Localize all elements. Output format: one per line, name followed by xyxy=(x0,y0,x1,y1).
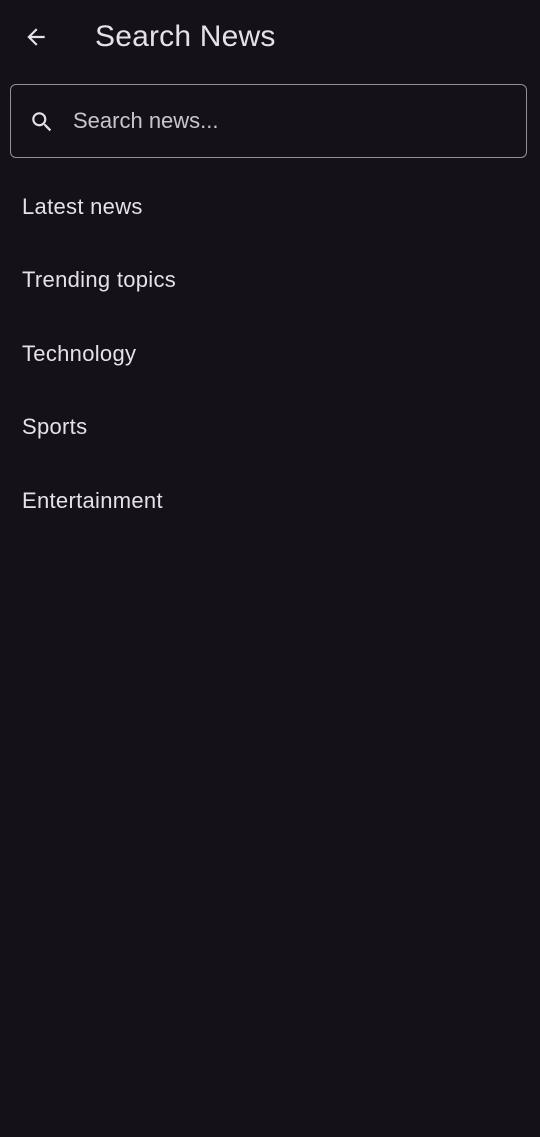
suggestion-label: Sports xyxy=(22,414,88,440)
suggestion-entertainment[interactable]: Entertainment xyxy=(0,464,540,538)
page-title: Search News xyxy=(95,20,276,53)
suggestion-label: Trending topics xyxy=(22,267,177,293)
suggestion-sports[interactable]: Sports xyxy=(0,391,540,465)
back-button[interactable] xyxy=(12,13,60,61)
suggestion-trending-topics[interactable]: Trending topics xyxy=(0,244,540,318)
suggestion-label: Technology xyxy=(22,340,137,366)
suggestion-label: Latest news xyxy=(22,193,143,219)
suggestion-latest-news[interactable]: Latest news xyxy=(0,170,540,244)
suggestion-list: Latest news Trending topics Technology S… xyxy=(0,170,540,538)
search-field[interactable] xyxy=(10,84,527,158)
suggestion-label: Entertainment xyxy=(22,487,163,513)
arrow-back-icon xyxy=(27,28,45,46)
search-input[interactable] xyxy=(73,99,513,143)
suggestion-technology[interactable]: Technology xyxy=(0,317,540,391)
search-icon xyxy=(32,112,52,132)
top-app-bar: Search News xyxy=(0,0,540,76)
